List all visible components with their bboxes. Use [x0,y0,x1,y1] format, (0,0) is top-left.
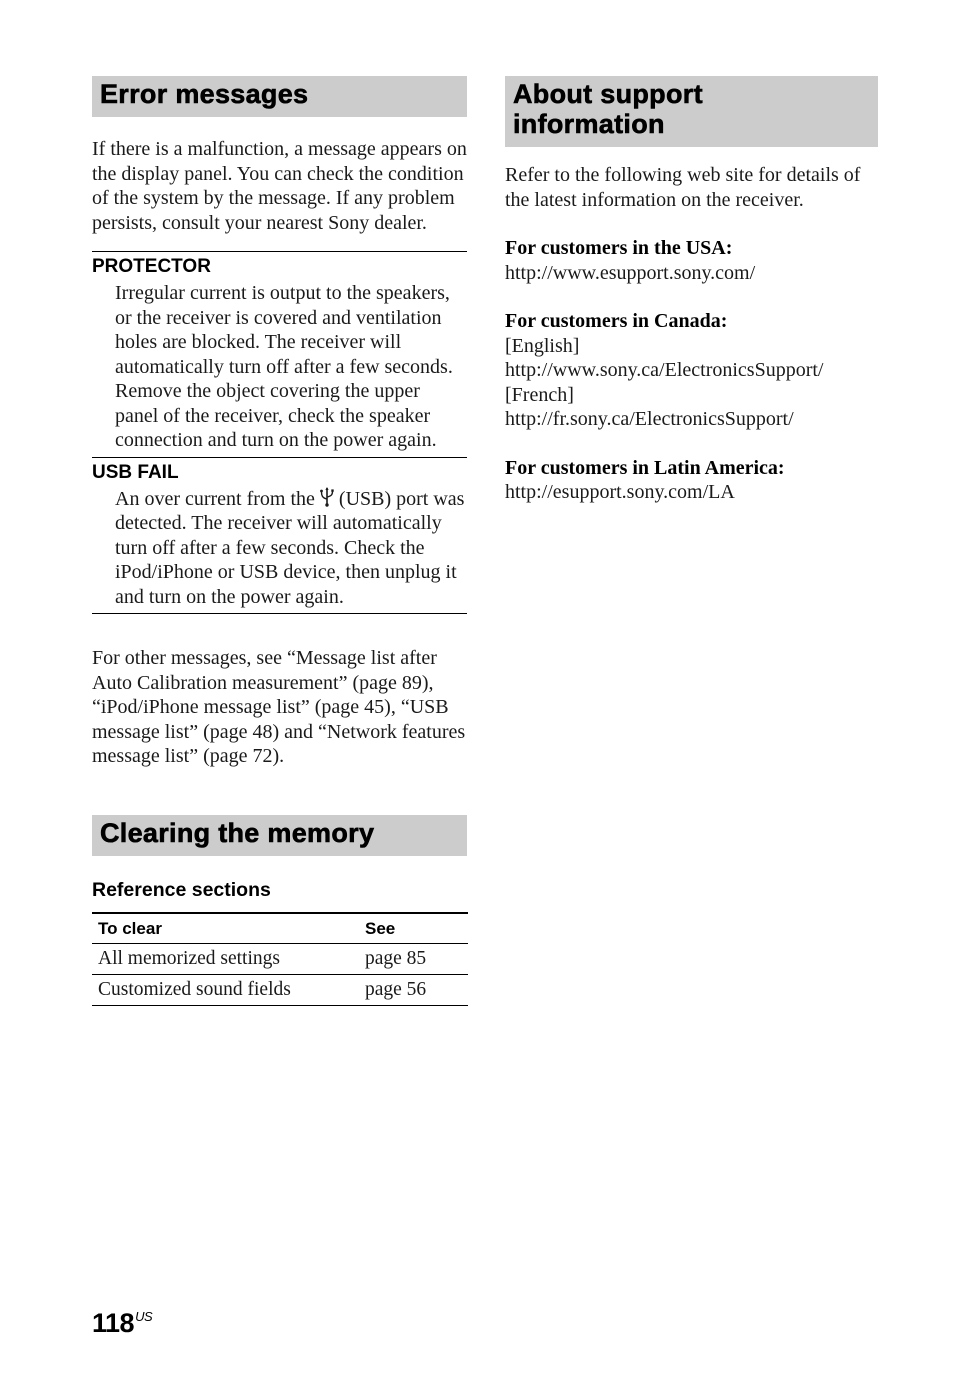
clearing-memory-heading-bar: Clearing the memory [92,814,467,856]
canada-english-label: [English] [505,334,580,357]
canada-french-url[interactable]: http://fr.sony.ca/ElectronicsSupport/ [505,407,878,432]
message-description: An over current from the (USB) port was … [92,486,467,614]
support-heading: About support information [513,79,703,140]
support-usa: For customers in the USA: http://www.esu… [505,236,878,285]
support-latin-america: For customers in Latin America: http://e… [505,456,878,505]
reference-sections-title: Reference sections [92,878,271,901]
other-messages-note: For other messages, see “Message list af… [92,647,466,767]
error-messages-heading: Error messages [100,79,309,110]
left-column: Error messages If there is a malfunction… [92,76,468,1006]
column-header-see: See [359,911,468,944]
column-header-to-clear: To clear [92,911,359,944]
canada-french-label: [French] [505,383,574,406]
clearing-memory-heading: Clearing the memory [100,817,375,848]
table-cell-page: page 85 [359,943,468,975]
right-column: About support information Refer to the f… [505,76,878,505]
divider [92,613,467,614]
message-description-part1: An over current from the [115,487,320,510]
usa-url[interactable]: http://www.esupport.sony.com/ [505,261,878,286]
support-heading-bar: About support information [505,76,878,147]
page-number-value: 118 [92,1308,135,1338]
table-row: Customized sound fields page 56 [92,974,468,1006]
canada-english-url[interactable]: http://www.sony.ca/ElectronicsSupport/ [505,358,878,383]
support-intro: Refer to the following web site for deta… [505,164,861,211]
reference-table: To clear See All memorized settings page… [92,911,468,1006]
table-cell-page: page 56 [359,974,468,1006]
usa-label: For customers in the USA: [505,237,733,259]
clearing-memory-section: Clearing the memory Reference sections T… [92,814,468,1006]
message-entry-usb-fail: USB FAIL An over current from the (USB) … [92,456,467,614]
message-description: Irregular current is output to the speak… [115,282,453,451]
table-row: All memorized settings page 85 [92,943,468,975]
table-cell-item: Customized sound fields [92,974,359,1006]
page-region: US [135,1309,153,1324]
message-title: USB FAIL [92,461,179,483]
latin-america-url[interactable]: http://esupport.sony.com/LA [505,480,878,505]
support-canada: For customers in Canada: [English] http:… [505,309,878,432]
canada-label: For customers in Canada: [505,310,728,332]
error-messages-heading-bar: Error messages [92,76,467,117]
latin-america-label: For customers in Latin America: [505,456,785,479]
error-messages-intro: If there is a malfunction, a message app… [92,138,467,234]
message-title: PROTECTOR [92,256,211,277]
usb-icon [320,486,334,507]
table-header-row: To clear See [92,911,468,944]
table-cell-item: All memorized settings [92,943,359,975]
message-entry-protector: PROTECTOR Irregular current is output to… [92,251,467,457]
page-number: 118US [92,1308,153,1339]
